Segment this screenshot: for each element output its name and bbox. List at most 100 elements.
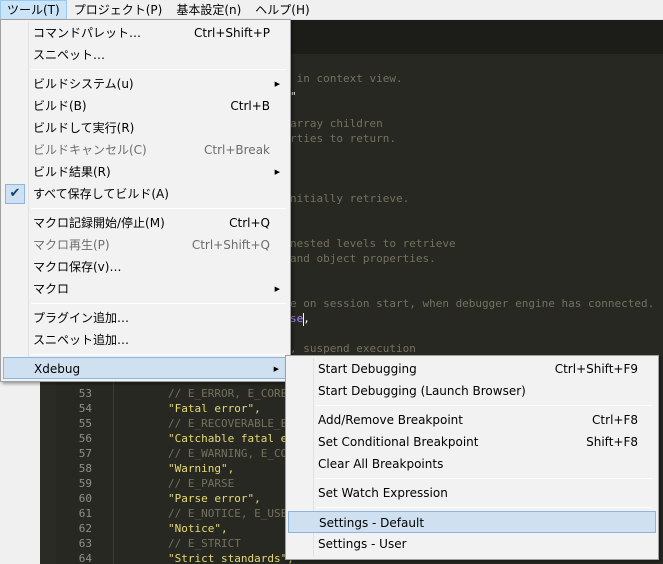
menu-item-shortcut: Ctrl+Break	[204, 143, 270, 157]
code-fragment: in context view.	[290, 72, 403, 85]
menu-item-command-palette[interactable]: コマンドパレット… Ctrl+Shift+P	[3, 22, 288, 44]
menu-item-label: マクロ	[33, 282, 70, 296]
menu-item-start-debugging-browser[interactable]: Start Debugging (Launch Browser)	[288, 380, 656, 402]
menu-item-shortcut: Ctrl+Shift+Q	[191, 238, 270, 252]
menu-item-build-results[interactable]: ビルド結果(R) ▶	[3, 161, 288, 183]
menu-item-settings-user[interactable]: Settings - User	[288, 533, 656, 555]
menubar-help[interactable]: ヘルプ(H)	[248, 0, 316, 20]
code-fragment: e on session start, when debugger engine…	[290, 297, 655, 310]
menu-item-label: Settings - User	[318, 537, 407, 551]
menu-item-label: ビルドシステム(u)	[33, 77, 134, 91]
submenu-arrow-icon: ▶	[274, 168, 280, 176]
code-text: // E_STRICT	[168, 537, 241, 550]
menu-separator	[31, 69, 286, 70]
menu-separator	[31, 354, 286, 355]
code-text: // E_PARSE	[168, 477, 235, 490]
menu-item-shortcut: Ctrl+F8	[592, 413, 638, 427]
line-number: 53	[78, 387, 92, 400]
line-number: 62	[78, 522, 92, 535]
tools-menu: コマンドパレット… Ctrl+Shift+P スニペット… ビルドシステム(u)…	[0, 19, 291, 382]
line-number: 58	[78, 462, 92, 475]
menu-item-save-all-build[interactable]: ✔ すべて保存してビルド(A)	[3, 183, 288, 205]
menu-item-start-debugging[interactable]: Start Debugging Ctrl+Shift+F9	[288, 358, 656, 380]
menu-item-label: プラグイン追加…	[33, 311, 130, 325]
menu-separator	[31, 303, 286, 304]
code-fragment: nitially retrieve.	[290, 192, 410, 205]
menu-item-label: すべて保存してビルド(A)	[33, 187, 169, 201]
menu-item-label: Set Conditional Breakpoint	[318, 435, 479, 449]
xdebug-submenu: Start Debugging Ctrl+Shift+F9 Start Debu…	[285, 355, 659, 560]
menu-separator	[316, 405, 652, 406]
menu-item-label: Add/Remove Breakpoint	[318, 413, 463, 427]
menu-item-set-watch-expression[interactable]: Set Watch Expression	[288, 482, 656, 504]
menu-item-build[interactable]: ビルド(B) Ctrl+B	[3, 95, 288, 117]
menu-item-label: コマンドパレット…	[33, 26, 142, 40]
menu-item-label: ビルド結果(R)	[33, 165, 111, 179]
code-text: "Warning",	[168, 462, 235, 475]
menu-item-shortcut: Ctrl+Shift+F9	[554, 362, 638, 376]
line-number: 61	[78, 507, 92, 520]
line-number: 59	[78, 477, 92, 490]
menu-item-set-conditional-breakpoint[interactable]: Set Conditional Breakpoint Shift+F8	[288, 431, 656, 453]
menu-separator	[31, 208, 286, 209]
menu-item-label: Start Debugging (Launch Browser)	[318, 384, 526, 398]
submenu-arrow-icon: ▶	[273, 365, 279, 373]
menu-item-play-macro: マクロ再生(P) Ctrl+Shift+Q	[3, 234, 288, 256]
code-fragment: array children	[290, 117, 383, 130]
menu-item-new-snippet[interactable]: スニペット追加…	[3, 329, 288, 351]
menu-item-label: ビルドして実行(R)	[33, 121, 135, 135]
menu-item-label: スニペット追加…	[33, 333, 130, 347]
menu-item-label: ビルド(B)	[33, 99, 87, 113]
code-fragment: , suspend execution	[290, 342, 416, 355]
menu-item-macros[interactable]: マクロ ▶	[3, 278, 288, 300]
menubar-preferences[interactable]: 基本設定(n)	[169, 0, 248, 20]
code-text: "Strict standards",	[168, 552, 294, 564]
submenu-arrow-icon: ▶	[274, 80, 280, 88]
line-number: 63	[78, 537, 92, 550]
line-number: 56	[78, 432, 92, 445]
menu-item-label: Settings - Default	[319, 516, 425, 530]
menu-item-snippets[interactable]: スニペット…	[3, 44, 288, 66]
code-punctuation: ,	[303, 312, 310, 325]
menu-item-build-cancel: ビルドキャンセル(C) Ctrl+Break	[3, 139, 288, 161]
menu-item-new-plugin[interactable]: プラグイン追加…	[3, 307, 288, 329]
menu-item-xdebug[interactable]: Xdebug ▶	[3, 357, 288, 379]
menubar-tools[interactable]: ツール(T)	[0, 0, 67, 20]
menu-item-label: マクロ保存(v)…	[33, 260, 122, 274]
menu-item-build-run[interactable]: ビルドして実行(R)	[3, 117, 288, 139]
menu-item-add-remove-breakpoint[interactable]: Add/Remove Breakpoint Ctrl+F8	[288, 409, 656, 431]
code-fragment: and object properties.	[290, 252, 436, 265]
menu-item-label: Set Watch Expression	[318, 486, 448, 500]
code-fragment: se,	[290, 311, 310, 326]
code-keyword: se	[290, 312, 304, 325]
menu-item-label: スニペット…	[33, 48, 106, 62]
menu-item-build-system[interactable]: ビルドシステム(u) ▶	[3, 73, 288, 95]
code-fragment: nested levels to retrieve	[290, 237, 456, 250]
menu-item-record-macro[interactable]: マクロ記録開始/停止(M) Ctrl+Q	[3, 212, 288, 234]
menu-item-label: Xdebug	[34, 362, 81, 376]
menu-item-label: マクロ再生(P)	[33, 238, 110, 252]
submenu-arrow-icon: ▶	[274, 285, 280, 293]
line-number: 64	[78, 552, 92, 564]
line-number: 54	[78, 402, 92, 415]
menu-item-shortcut: Shift+F8	[586, 435, 638, 449]
menu-item-save-macro[interactable]: マクロ保存(v)…	[3, 256, 288, 278]
line-number: 55	[78, 417, 92, 430]
code-text: "Parse error",	[168, 492, 261, 505]
menu-item-shortcut: Ctrl+B	[230, 99, 270, 113]
menu-bar: ツール(T) プロジェクト(P) 基本設定(n) ヘルプ(H)	[0, 0, 663, 20]
menu-item-label: Clear All Breakpoints	[318, 457, 444, 471]
line-number: 60	[78, 492, 92, 505]
menu-item-settings-default[interactable]: Settings - Default	[288, 511, 656, 533]
menu-item-clear-all-breakpoints[interactable]: Clear All Breakpoints	[288, 453, 656, 475]
code-text: "Fatal error",	[168, 402, 261, 415]
menu-item-label: マクロ記録開始/停止(M)	[33, 216, 165, 230]
code-fragment: rties to return.	[290, 132, 396, 145]
line-number: 57	[78, 447, 92, 460]
menu-separator	[316, 507, 652, 508]
menu-item-label: ビルドキャンセル(C)	[33, 143, 147, 157]
code-text: "Notice",	[168, 522, 228, 535]
menubar-project[interactable]: プロジェクト(P)	[67, 0, 170, 20]
menu-item-label: Start Debugging	[318, 362, 417, 376]
menu-item-shortcut: Ctrl+Q	[229, 216, 270, 230]
